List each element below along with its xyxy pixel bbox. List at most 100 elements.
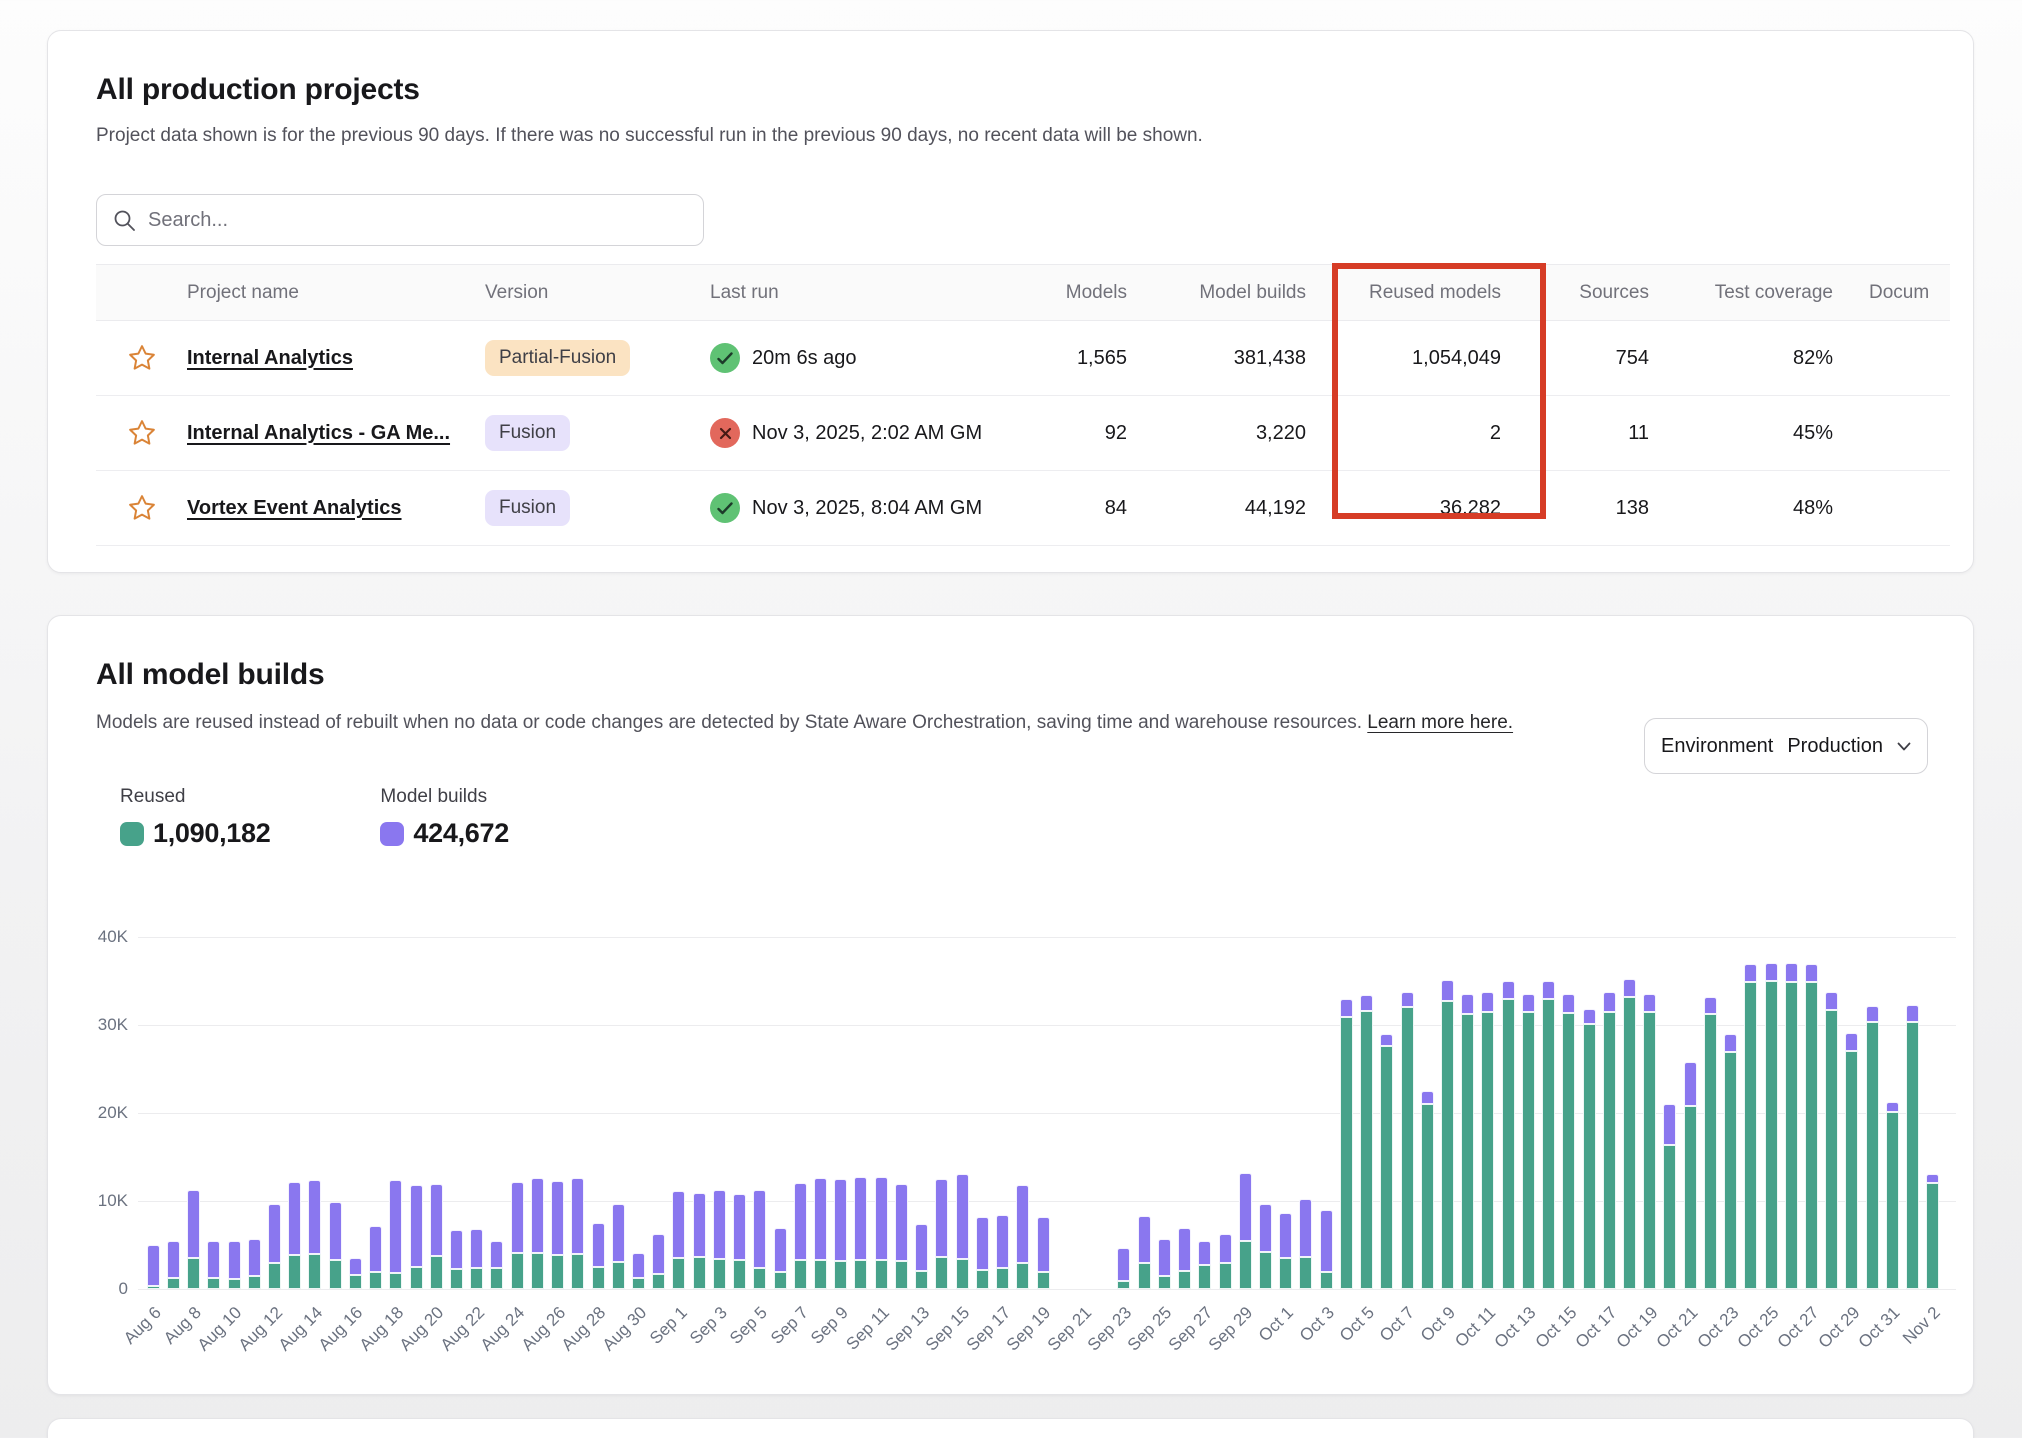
sources-count: 754: [1501, 347, 1649, 370]
bar-Aug 19: [410, 1185, 423, 1289]
bar-Sep 11: [875, 1177, 888, 1289]
project-name-link[interactable]: Vortex Event Analytics: [187, 497, 402, 519]
last-run-text: 20m 6s ago: [752, 347, 857, 370]
reused-segment: [490, 1268, 503, 1289]
model-builds-segment: [1219, 1234, 1232, 1264]
reused-segment: [410, 1267, 423, 1289]
model-builds-segment: [430, 1184, 443, 1255]
x-axis-tick-label: Oct 3: [1295, 1303, 1338, 1346]
col-model-builds[interactable]: Model builds: [1127, 282, 1306, 304]
bar-Sep 17: [996, 1215, 1009, 1289]
col-sources[interactable]: Sources: [1501, 282, 1649, 304]
bar-Aug 16: [349, 1258, 362, 1289]
x-axis-tick-label: Sep 17: [962, 1303, 1014, 1355]
col-models[interactable]: Models: [985, 282, 1127, 304]
x-axis-tick-label: Sep 11: [842, 1303, 893, 1354]
favorite-star-button[interactable]: [125, 491, 159, 525]
model-builds-segment: [1138, 1216, 1151, 1263]
col-project-name[interactable]: Project name: [187, 282, 485, 304]
reused-segment: [450, 1269, 463, 1289]
table-row[interactable]: Internal Analytics - GA Me... Fusion Nov…: [96, 396, 1950, 471]
project-name-link[interactable]: Internal Analytics - GA Me...: [187, 422, 450, 444]
model-builds-segment: [875, 1177, 888, 1260]
model-builds-segment: [450, 1230, 463, 1269]
y-gridline: [138, 1289, 1956, 1290]
model-builds-segment: [207, 1241, 220, 1278]
bar-Oct 1: [1279, 1213, 1292, 1289]
x-axis-tick-label: Aug 18: [356, 1303, 408, 1355]
model-builds-segment: [1583, 1009, 1596, 1024]
bar-Oct 27: [1805, 964, 1818, 1289]
bar-Oct 6: [1380, 1034, 1393, 1289]
reused-segment: [834, 1261, 847, 1289]
reused-segment: [996, 1268, 1009, 1289]
bar-Sep 4: [733, 1194, 746, 1289]
version-badge: Partial-Fusion: [485, 340, 630, 376]
col-documentation[interactable]: Docum: [1833, 282, 1950, 304]
reused-segment: [1724, 1052, 1737, 1289]
table-row[interactable]: Vortex Event Analytics Fusion Nov 3, 202…: [96, 471, 1950, 546]
reused-segment: [1583, 1024, 1596, 1289]
reused-segment: [1704, 1014, 1717, 1289]
table-row[interactable]: Internal Analytics Partial-Fusion 20m 6s…: [96, 321, 1950, 396]
bar-Aug 31: [652, 1234, 665, 1289]
favorite-star-button[interactable]: [125, 341, 159, 375]
model-builds-segment: [1866, 1006, 1879, 1023]
x-axis-tick-label: Aug 6: [120, 1303, 166, 1349]
reused-segment: [875, 1260, 888, 1289]
model-builds-segment: [167, 1241, 180, 1279]
x-axis-tick-label: Oct 17: [1572, 1303, 1622, 1353]
model-builds-segment: [733, 1194, 746, 1260]
model-builds-segment: [1562, 994, 1575, 1012]
model-builds-segment: [1825, 992, 1838, 1010]
bar-Sep 28: [1219, 1234, 1232, 1289]
reused-segment: [430, 1256, 443, 1289]
reused-segment: [511, 1253, 524, 1289]
reused-segment: [1441, 1001, 1454, 1289]
model-builds-segment: [1663, 1104, 1676, 1144]
reused-models-count: 36,282: [1306, 497, 1501, 520]
model-builds-segment: [1178, 1228, 1191, 1271]
search-box[interactable]: [96, 194, 704, 246]
bar-Oct 16: [1583, 1009, 1596, 1289]
x-axis-tick-label: Oct 15: [1531, 1303, 1581, 1353]
x-axis-tick-label: Oct 29: [1815, 1303, 1865, 1353]
reused-segment: [1219, 1263, 1232, 1289]
bar-Oct 20: [1663, 1104, 1676, 1289]
col-test-coverage[interactable]: Test coverage: [1649, 282, 1833, 304]
star-icon: [127, 493, 157, 523]
run-error-icon: [710, 418, 740, 448]
col-last-run[interactable]: Last run: [710, 282, 985, 304]
reused-segment: [592, 1267, 605, 1289]
reused-models-count: 1,054,049: [1306, 347, 1501, 370]
reused-segment: [1360, 1011, 1373, 1289]
last-run-text: Nov 3, 2025, 8:04 AM GM: [752, 497, 982, 520]
reused-segment: [935, 1257, 948, 1289]
reused-segment: [1461, 1014, 1474, 1289]
favorite-star-button[interactable]: [125, 416, 159, 450]
y-axis-tick-label: 40K: [66, 927, 128, 947]
bar-Aug 6: [147, 1245, 160, 1289]
reused-segment: [693, 1257, 706, 1289]
reused-segment: [1926, 1183, 1939, 1289]
search-input[interactable]: [148, 209, 687, 232]
y-gridline: [138, 937, 1956, 938]
model-builds-segment: [410, 1185, 423, 1267]
star-icon: [127, 343, 157, 373]
col-version[interactable]: Version: [485, 282, 710, 304]
col-reused-models[interactable]: Reused models: [1306, 282, 1501, 304]
bar-Aug 12: [268, 1204, 281, 1289]
model-builds-segment: [1704, 997, 1717, 1015]
x-axis-tick-label: Nov 2: [1899, 1303, 1945, 1349]
project-name-link[interactable]: Internal Analytics: [187, 347, 353, 369]
reused-segment: [1239, 1241, 1252, 1289]
reused-segment: [167, 1278, 180, 1289]
model-builds-segment: [329, 1202, 342, 1260]
y-axis-tick-label: 10K: [66, 1191, 128, 1211]
model-builds-segment: [571, 1178, 584, 1254]
x-axis-tick-label: Sep 21: [1043, 1303, 1095, 1355]
y-gridline: [138, 1025, 1956, 1026]
model-builds-segment: [1684, 1062, 1697, 1106]
reused-segment: [288, 1255, 301, 1289]
model-builds-segment: [1481, 992, 1494, 1011]
